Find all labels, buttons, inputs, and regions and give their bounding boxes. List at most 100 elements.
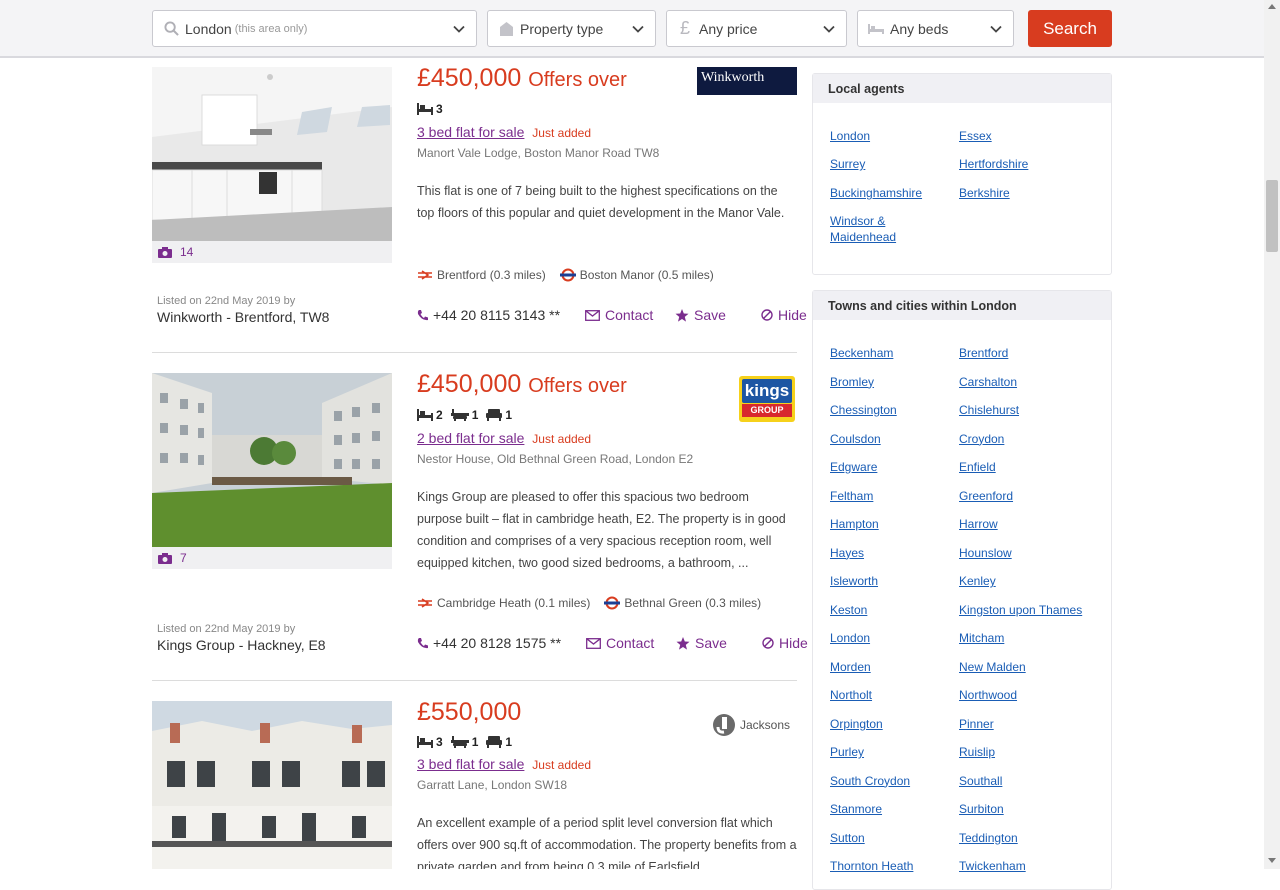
town-link[interactable]: Chessington bbox=[830, 402, 897, 418]
agent-link-london[interactable]: London bbox=[830, 128, 870, 144]
agent-logo[interactable]: kings GROUP bbox=[739, 376, 795, 422]
town-link[interactable]: South Croydon bbox=[830, 773, 910, 789]
agent-logo-text: Jacksons bbox=[740, 718, 791, 732]
town-link[interactable]: Coulsdon bbox=[830, 431, 881, 447]
town-link[interactable]: Southall bbox=[959, 773, 1002, 789]
town-link[interactable]: Thornton Heath bbox=[830, 858, 913, 874]
agent-link-surrey[interactable]: Surrey bbox=[830, 156, 865, 172]
beds-feature: 2 bbox=[417, 408, 443, 422]
town-link[interactable]: Northwood bbox=[959, 687, 1017, 703]
listing-agent[interactable]: Kings Group - Hackney, E8 bbox=[157, 637, 326, 653]
scroll-up-arrow-icon[interactable] bbox=[1268, 4, 1276, 9]
town-link[interactable]: Greenford bbox=[959, 488, 1013, 504]
listing-photo[interactable] bbox=[152, 373, 392, 547]
town-link[interactable]: Isleworth bbox=[830, 573, 878, 589]
town-link[interactable]: Morden bbox=[830, 659, 871, 675]
town-link[interactable]: Edgware bbox=[830, 459, 877, 475]
contact-button[interactable]: Contact bbox=[585, 307, 653, 323]
town-link[interactable]: Hayes bbox=[830, 545, 864, 561]
listing-description: Kings Group are pleased to offer this sp… bbox=[417, 490, 786, 570]
listing-description: This flat is one of 7 being built to the… bbox=[417, 184, 785, 220]
town-link[interactable]: Kenley bbox=[959, 573, 996, 589]
listing-photo[interactable] bbox=[152, 67, 392, 241]
town-link[interactable]: Ruislip bbox=[959, 744, 995, 760]
save-button[interactable]: Save bbox=[676, 635, 727, 651]
agent-logo[interactable]: Winkworth bbox=[697, 67, 797, 95]
location-input[interactable]: London (this area only) bbox=[152, 10, 477, 47]
town-link[interactable]: Hounslow bbox=[959, 545, 1012, 561]
price-select[interactable]: £ Any price bbox=[666, 10, 847, 47]
agent-logo[interactable]: Jacksons bbox=[712, 713, 797, 737]
listing-title: 2 bed flat for sale Just added bbox=[417, 430, 591, 446]
town-link[interactable]: Sutton bbox=[830, 830, 865, 846]
hide-button[interactable]: Hide bbox=[761, 307, 807, 323]
listing-title-link[interactable]: 2 bed flat for sale bbox=[417, 430, 524, 446]
town-link[interactable]: Mitcham bbox=[959, 630, 1004, 646]
town-link[interactable]: New Malden bbox=[959, 659, 1026, 675]
agent-link-buckinghamshire[interactable]: Buckinghamshire bbox=[830, 185, 922, 201]
agent-logo-text: kings bbox=[742, 379, 792, 403]
listing-title-link[interactable]: 3 bed flat for sale bbox=[417, 756, 524, 772]
listed-on: Listed on 22nd May 2019 by bbox=[157, 623, 296, 635]
town-link[interactable]: Surbiton bbox=[959, 801, 1004, 817]
town-link[interactable]: Teddington bbox=[959, 830, 1018, 846]
town-link[interactable]: Twickenham bbox=[959, 858, 1026, 874]
camera-icon bbox=[158, 246, 172, 258]
listing-features: 2 1 1 bbox=[417, 408, 520, 422]
town-link[interactable]: Chislehurst bbox=[959, 402, 1019, 418]
agent-link-berkshire[interactable]: Berkshire bbox=[959, 185, 1010, 201]
nearby-stations: Cambridge Heath (0.1 miles) Bethnal Gree… bbox=[417, 596, 775, 610]
agent-link-maidenhead[interactable]: Maidenhead bbox=[830, 229, 896, 245]
listing-title-link[interactable]: 3 bed flat for sale bbox=[417, 124, 524, 140]
save-button[interactable]: Save bbox=[675, 307, 726, 323]
town-link[interactable]: Pinner bbox=[959, 716, 994, 732]
scroll-thumb[interactable] bbox=[1266, 180, 1278, 252]
scroll-down-arrow-icon[interactable] bbox=[1268, 858, 1276, 863]
sofa-icon bbox=[486, 736, 503, 748]
hide-button[interactable]: Hide bbox=[762, 635, 808, 651]
town-link[interactable]: Carshalton bbox=[959, 374, 1017, 390]
bed-icon bbox=[417, 103, 433, 115]
star-icon bbox=[675, 308, 689, 322]
phone-link[interactable]: +44 20 8128 1575 ** bbox=[417, 635, 561, 651]
search-button[interactable]: Search bbox=[1028, 10, 1112, 47]
agent-link-windsor[interactable]: Windsor & bbox=[830, 213, 885, 229]
contact-button[interactable]: Contact bbox=[586, 635, 654, 651]
receptions-feature: 1 bbox=[486, 735, 512, 749]
town-link[interactable]: Beckenham bbox=[830, 345, 893, 361]
town-link[interactable]: Enfield bbox=[959, 459, 996, 475]
listing-agent[interactable]: Winkworth - Brentford, TW8 bbox=[157, 309, 329, 325]
listing-card: 7 £450,000 Offers over kings GROUP 2 1 1… bbox=[152, 370, 808, 681]
town-link[interactable]: Northolt bbox=[830, 687, 872, 703]
listing-address: Garratt Lane, London SW18 bbox=[417, 778, 568, 792]
phone-icon bbox=[417, 310, 428, 321]
town-link[interactable]: Kingston upon Thames bbox=[959, 602, 1082, 618]
town-link[interactable]: Croydon bbox=[959, 431, 1004, 447]
town-link[interactable]: Purley bbox=[830, 744, 864, 760]
property-type-select[interactable]: Property type bbox=[487, 10, 656, 47]
location-hint: (this area only) bbox=[234, 22, 308, 35]
agent-link-essex[interactable]: Essex bbox=[959, 128, 992, 144]
price-qualifier: Offers over bbox=[528, 375, 627, 397]
beds-label: Any beds bbox=[890, 20, 949, 37]
town-link[interactable]: Keston bbox=[830, 602, 867, 618]
town-link[interactable]: London bbox=[830, 630, 870, 646]
price-value: £450,000 bbox=[417, 64, 522, 92]
listing-photo[interactable] bbox=[152, 701, 392, 869]
receptions-feature: 1 bbox=[486, 408, 512, 422]
photo-count-value: 14 bbox=[180, 245, 194, 259]
phone-link[interactable]: +44 20 8115 3143 ** bbox=[417, 307, 560, 323]
town-link[interactable]: Hampton bbox=[830, 516, 879, 532]
town-link[interactable]: Brentford bbox=[959, 345, 1008, 361]
town-link[interactable]: Bromley bbox=[830, 374, 874, 390]
beds-select[interactable]: Any beds bbox=[857, 10, 1014, 47]
photo-count[interactable]: 7 bbox=[152, 547, 392, 569]
page-scrollbar[interactable] bbox=[1264, 0, 1280, 869]
town-link[interactable]: Feltham bbox=[830, 488, 873, 504]
agent-link-hertfordshire[interactable]: Hertfordshire bbox=[959, 156, 1028, 172]
pound-icon: £ bbox=[679, 18, 690, 38]
town-link[interactable]: Stanmore bbox=[830, 801, 882, 817]
photo-count[interactable]: 14 bbox=[152, 241, 392, 263]
town-link[interactable]: Harrow bbox=[959, 516, 998, 532]
town-link[interactable]: Orpington bbox=[830, 716, 883, 732]
